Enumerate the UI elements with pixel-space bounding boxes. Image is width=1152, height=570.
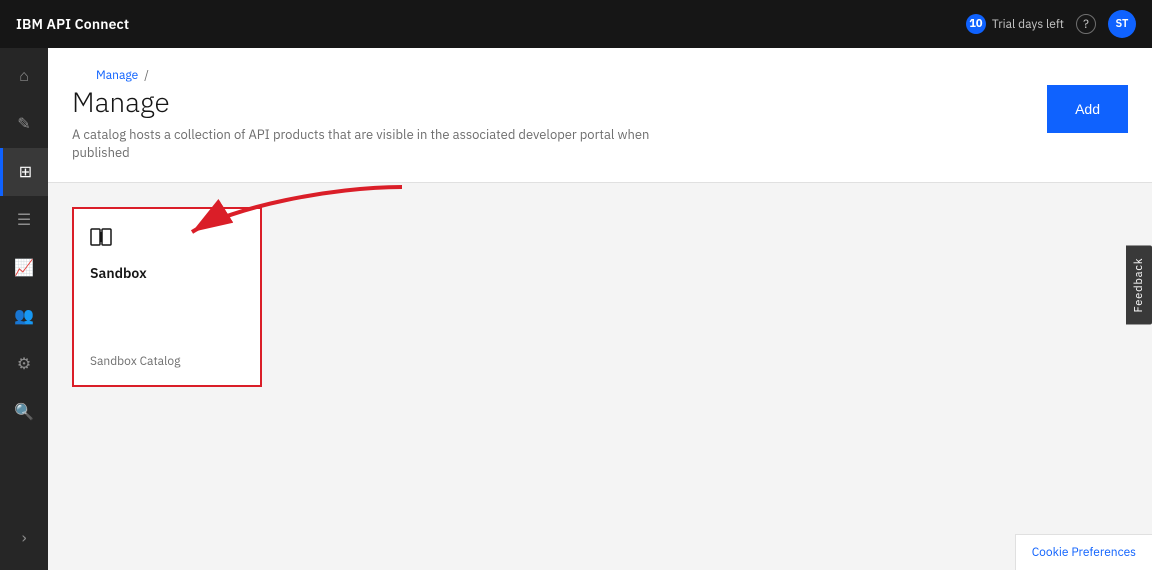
breadcrumb-manage-link[interactable]: Manage xyxy=(96,68,138,83)
sidebar-item-search[interactable]: 🔍 xyxy=(0,388,48,436)
sidebar-bottom: › xyxy=(0,514,48,570)
sidebar-item-edit[interactable]: ✎ xyxy=(0,100,48,148)
trial-label: Trial days left xyxy=(992,17,1064,32)
card-name: Sandbox xyxy=(90,264,244,282)
list-icon: ☰ xyxy=(17,210,31,230)
brand-area: IBM API Connect xyxy=(16,15,129,33)
users-icon: 👥 xyxy=(14,306,34,326)
page-description: A catalog hosts a collection of API prod… xyxy=(72,126,652,162)
edit-icon: ✎ xyxy=(17,114,30,134)
analytics-icon: 📈 xyxy=(14,258,34,278)
home-icon: ⌂ xyxy=(19,66,29,86)
card-container: Sandbox Sandbox Catalog xyxy=(72,207,262,387)
app-body: ⌂ ✎ ⊞ ☰ 📈 👥 ⚙ 🔍 › xyxy=(0,48,1152,570)
trial-badge: 10 Trial days left xyxy=(966,14,1064,34)
sidebar-item-list[interactable]: ☰ xyxy=(0,196,48,244)
search-icon: 🔍 xyxy=(14,402,34,422)
sidebar-expand-button[interactable]: › xyxy=(0,514,48,562)
page-title: Manage xyxy=(72,83,652,120)
sidebar-item-home[interactable]: ⌂ xyxy=(0,52,48,100)
card-subtitle: Sandbox Catalog xyxy=(90,354,244,369)
sidebar-item-catalog[interactable]: ⊞ xyxy=(0,148,48,196)
trial-number: 10 xyxy=(966,14,986,34)
catalog-icon: ⊞ xyxy=(19,162,32,182)
user-avatar[interactable]: ST xyxy=(1108,10,1136,38)
breadcrumb-separator: / xyxy=(144,68,149,83)
help-button[interactable]: ? xyxy=(1076,14,1096,34)
cookie-preferences-button[interactable]: Cookie Preferences xyxy=(1015,534,1152,570)
expand-icon: › xyxy=(22,528,27,548)
settings-icon: ⚙ xyxy=(17,354,31,374)
app-brand: IBM API Connect xyxy=(16,15,129,33)
catalog-area: Sandbox Sandbox Catalog xyxy=(48,183,1152,570)
feedback-tab[interactable]: Feedback xyxy=(1126,246,1152,325)
cookie-label: Cookie Preferences xyxy=(1032,545,1136,560)
main-content: Manage / Manage A catalog hosts a collec… xyxy=(48,48,1152,570)
feedback-label: Feedback xyxy=(1132,258,1146,313)
card-icon xyxy=(90,225,244,252)
top-bar-right: 10 Trial days left ? ST xyxy=(966,10,1136,38)
page-header: Manage / Manage A catalog hosts a collec… xyxy=(48,48,1152,183)
sidebar-item-settings[interactable]: ⚙ xyxy=(0,340,48,388)
add-button[interactable]: Add xyxy=(1047,85,1128,133)
sidebar-item-analytics[interactable]: 📈 xyxy=(0,244,48,292)
top-bar: IBM API Connect 10 Trial days left ? ST xyxy=(0,0,1152,48)
page-header-left: Manage / Manage A catalog hosts a collec… xyxy=(72,56,652,162)
sidebar-item-users[interactable]: 👥 xyxy=(0,292,48,340)
sidebar: ⌂ ✎ ⊞ ☰ 📈 👥 ⚙ 🔍 › xyxy=(0,48,48,570)
sandbox-catalog-card[interactable]: Sandbox Sandbox Catalog xyxy=(72,207,262,387)
breadcrumb: Manage / xyxy=(72,56,652,83)
